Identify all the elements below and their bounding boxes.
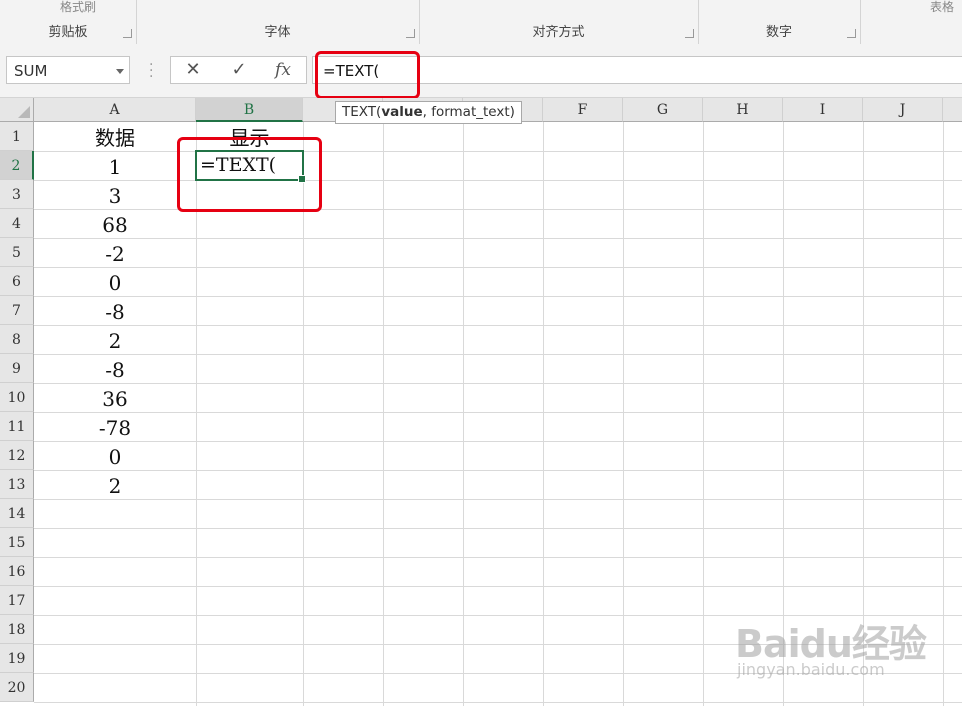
dialog-launcher-icon[interactable] [685,29,694,38]
ribbon-group-label: 对齐方式 [532,25,585,40]
check-icon[interactable]: ✓ [225,59,253,81]
ribbon-group-number: 数字 [698,0,861,44]
formula-buttons: ✕ ✓ fx [170,56,307,84]
cell-a3[interactable]: 3 [34,181,196,210]
tooltip-rest-args: , format_text) [422,104,515,120]
row-header-7[interactable]: 7 [0,296,34,325]
row-header-19[interactable]: 19 [0,644,34,673]
row-header-11[interactable]: 11 [0,412,34,441]
cell-a7[interactable]: -8 [34,297,196,326]
cell-a1[interactable]: 数据 [34,123,196,152]
cell-a12[interactable]: 0 [34,442,196,471]
ribbon-group-styles: 表格 [860,0,962,44]
format-as-table-button[interactable]: 表格 [930,0,954,15]
select-all-button[interactable] [0,98,34,122]
column-header-a[interactable]: A [34,98,196,122]
column-header-i[interactable]: I [783,98,863,122]
column-header-h[interactable]: H [703,98,783,122]
column-header-j[interactable]: J [863,98,943,122]
highlight-box-formula [315,51,420,99]
row-header-10[interactable]: 10 [0,383,34,412]
cell-a13[interactable]: 2 [34,471,196,500]
row-header-13[interactable]: 13 [0,470,34,499]
row-header-3[interactable]: 3 [0,180,34,209]
row-header-12[interactable]: 12 [0,441,34,470]
row-header-15[interactable]: 15 [0,528,34,557]
function-icon[interactable]: fx [269,59,297,81]
ribbon-group-font: 字体 [136,0,420,44]
dialog-launcher-icon[interactable] [406,29,415,38]
highlight-box-cell [177,137,322,212]
chevron-down-icon[interactable] [116,69,124,74]
row-header-20[interactable]: 20 [0,673,34,702]
close-icon[interactable]: ✕ [179,59,207,81]
ribbon-group-alignment: 对齐方式 [419,0,699,44]
formula-bar: SUM · · · ✕ ✓ fx =TEXT( [0,44,962,98]
cell-a2[interactable]: 1 [34,152,196,181]
dialog-launcher-icon[interactable] [847,29,856,38]
ribbon-group-label: 字体 [264,25,291,40]
row-header-4[interactable]: 4 [0,209,34,238]
ribbon: 格式刷 剪贴板 字体 对齐方式 数字 表格 [0,0,962,45]
cell-a4[interactable]: 68 [34,210,196,239]
column-header-k[interactable] [943,98,962,122]
format-painter-button[interactable]: 格式刷 [60,0,96,15]
column-header-b[interactable]: B [196,98,303,122]
cell-a8[interactable]: 2 [34,326,196,355]
tooltip-current-arg: value [381,104,423,120]
cell-a5[interactable]: -2 [34,239,196,268]
function-tooltip[interactable]: TEXT(value, format_text) [335,101,522,124]
row-header-14[interactable]: 14 [0,499,34,528]
name-box[interactable]: SUM [6,56,130,84]
tooltip-function-name: TEXT( [342,104,382,120]
ribbon-group-label: 数字 [765,25,792,40]
drag-handle-icon[interactable]: · · · [149,58,153,84]
row-header-9[interactable]: 9 [0,354,34,383]
cell-a9[interactable]: -8 [34,355,196,384]
column-header-g[interactable]: G [623,98,703,122]
ribbon-group-clipboard: 格式刷 剪贴板 [0,0,137,44]
watermark-url: jingyan.baidu.com [737,660,885,679]
row-header-18[interactable]: 18 [0,615,34,644]
name-box-value: SUM [14,62,48,80]
column-header-f[interactable]: F [543,98,623,122]
row-header-1[interactable]: 1 [0,122,34,151]
row-header-8[interactable]: 8 [0,325,34,354]
cell-a10[interactable]: 36 [34,384,196,413]
watermark: Baidu经验 jingyan.baidu.com [735,598,935,688]
row-header-5[interactable]: 5 [0,238,34,267]
row-header-17[interactable]: 17 [0,586,34,615]
cell-a6[interactable]: 0 [34,268,196,297]
dialog-launcher-icon[interactable] [123,29,132,38]
ribbon-group-label: 剪贴板 [48,25,88,40]
row-header-16[interactable]: 16 [0,557,34,586]
cell-a11[interactable]: -78 [34,413,196,442]
row-header-6[interactable]: 6 [0,267,34,296]
row-header-2[interactable]: 2 [0,151,34,180]
